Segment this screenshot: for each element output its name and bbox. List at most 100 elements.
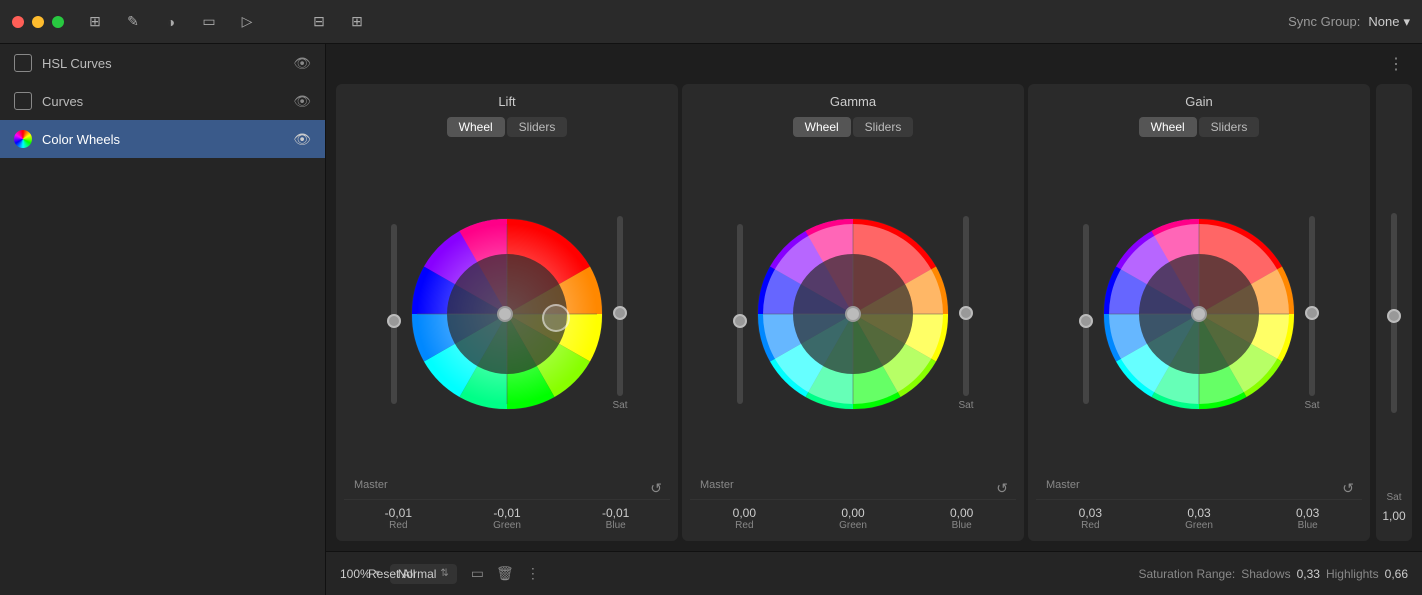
nodes-icon[interactable]: ⊞ xyxy=(84,11,106,33)
lift-tab-sliders[interactable]: Sliders xyxy=(507,117,568,137)
lift-panel: Lift Wheel Sliders xyxy=(336,84,678,541)
reset-all-button[interactable]: Reset All xyxy=(360,563,423,585)
lift-color-wheel[interactable] xyxy=(407,214,607,414)
gain-tab-wheel[interactable]: Wheel xyxy=(1139,117,1197,137)
gain-green-value: 0,03 xyxy=(1187,506,1210,520)
outer-sat-label: Sat xyxy=(1386,492,1401,503)
gamma-master-slider[interactable] xyxy=(737,224,743,404)
gamma-sat-label: Sat xyxy=(958,400,973,411)
lift-values-row: -0,01 Red -0,01 Green -0,01 Blue xyxy=(344,499,670,531)
visibility-icon-curves[interactable]: 👁 xyxy=(293,93,311,110)
lift-sat-slider[interactable] xyxy=(617,216,623,396)
titlebar: ⊞ ✎ ◑ ▭ ▷ ⊟ ⊞ Sync Group: None ▾ xyxy=(0,0,1422,44)
gain-reset-row: ↺ xyxy=(1036,480,1362,497)
grid-icon[interactable]: ⊞ xyxy=(346,11,368,33)
sync-group-value[interactable]: None ▾ xyxy=(1368,14,1410,30)
gain-sat-slider[interactable] xyxy=(1309,216,1315,396)
gain-blue-value: 0,03 xyxy=(1296,506,1319,520)
sidebar-item-label-color-wheels: Color Wheels xyxy=(42,132,283,147)
visibility-icon-hsl[interactable]: 👁 xyxy=(293,55,311,72)
saturation-range-label: Saturation Range: xyxy=(1138,567,1235,581)
reset-all-wrapper: Reset All xyxy=(360,563,423,585)
gain-color-wheel[interactable] xyxy=(1099,214,1299,414)
gamma-title: Gamma xyxy=(830,94,876,109)
gamma-color-wheel[interactable] xyxy=(753,214,953,414)
outer-sat-panel: Sat 1,00 xyxy=(1376,84,1412,541)
deliver-icon[interactable]: ▭ xyxy=(198,11,220,33)
gain-red-value: 0,03 xyxy=(1079,506,1102,520)
visibility-icon-wheels[interactable]: 👁 xyxy=(293,131,311,148)
shadows-value: 0,33 xyxy=(1297,567,1320,581)
lift-red-col: -0,01 Red xyxy=(344,506,453,531)
lift-green-value: -0,01 xyxy=(493,506,520,520)
color-wheels-icon xyxy=(14,130,32,148)
sync-group: Sync Group: None ▾ xyxy=(1288,14,1410,30)
bottom-icons: ▭ 🗑 ⋮ xyxy=(471,565,540,582)
gamma-sat-slider[interactable] xyxy=(963,216,969,396)
sidebar-item-curves[interactable]: Curves 👁 xyxy=(0,82,325,120)
lift-tabs: Wheel Sliders xyxy=(447,117,568,137)
main-layout: HSL Curves 👁 Curves 👁 Color Wheels 👁 ⋮ L… xyxy=(0,44,1422,595)
color-icon[interactable]: ◑ xyxy=(160,11,182,33)
sidebar-item-label-curves: Curves xyxy=(42,94,283,109)
gamma-blue-label: Blue xyxy=(952,520,972,531)
gamma-blue-value: 0,00 xyxy=(950,506,973,520)
close-button[interactable] xyxy=(12,16,24,28)
minimize-button[interactable] xyxy=(32,16,44,28)
delete-icon[interactable]: 🗑 xyxy=(496,565,514,582)
gamma-master-label: Master xyxy=(700,479,734,491)
lift-green-col: -0,01 Green xyxy=(453,506,562,531)
lift-blue-col: -0,01 Blue xyxy=(561,506,670,531)
lift-reset-row: ↺ xyxy=(344,480,670,497)
sidebar-item-color-wheels[interactable]: Color Wheels 👁 xyxy=(0,120,325,158)
gamma-wheel-area: Sat xyxy=(690,147,1016,480)
gain-sat-slider-container: Sat xyxy=(1303,216,1321,411)
maximize-button[interactable] xyxy=(52,16,64,28)
gain-green-label: Green xyxy=(1185,520,1213,531)
gamma-tab-sliders[interactable]: Sliders xyxy=(853,117,914,137)
gain-blue-col: 0,03 Blue xyxy=(1253,506,1362,531)
edit-icon[interactable]: ✎ xyxy=(122,11,144,33)
gamma-red-label: Red xyxy=(735,520,753,531)
sidebar-item-hsl-curves[interactable]: HSL Curves 👁 xyxy=(0,44,325,82)
gain-master-slider[interactable] xyxy=(1083,224,1089,404)
outer-sat-value: 1,00 xyxy=(1382,509,1405,523)
gamma-panel: Gamma Wheel Sliders xyxy=(682,84,1024,541)
lift-sat-slider-container: Sat xyxy=(611,216,629,411)
chevron-down-icon: ▾ xyxy=(1403,14,1410,30)
gamma-sat-slider-container: Sat xyxy=(957,216,975,411)
gamma-green-value: 0,00 xyxy=(841,506,864,520)
lift-master-label: Master xyxy=(354,479,388,491)
shadows-label: Shadows xyxy=(1241,567,1290,581)
wheels-container: Lift Wheel Sliders xyxy=(326,84,1422,551)
gain-tab-sliders[interactable]: Sliders xyxy=(1199,117,1260,137)
gamma-tabs: Wheel Sliders xyxy=(793,117,914,137)
gain-wheel-area: Sat xyxy=(1036,147,1362,480)
gain-green-col: 0,03 Green xyxy=(1145,506,1254,531)
gain-reset-icon[interactable]: ↺ xyxy=(1342,480,1354,497)
outer-sat-slider[interactable] xyxy=(1391,213,1397,413)
lift-blue-value: -0,01 xyxy=(602,506,629,520)
titlebar-icons: ⊞ ✎ ◑ ▭ ▷ xyxy=(84,11,258,33)
gamma-red-col: 0,00 Red xyxy=(690,506,799,531)
folder-icon[interactable]: ⊟ xyxy=(308,11,330,33)
lift-master-slider[interactable] xyxy=(391,224,397,404)
gamma-green-col: 0,00 Green xyxy=(799,506,908,531)
more-options-button[interactable]: ⋮ xyxy=(1382,52,1410,76)
gamma-blue-col: 0,00 Blue xyxy=(907,506,1016,531)
lift-reset-icon[interactable]: ↺ xyxy=(650,480,662,497)
gain-tabs: Wheel Sliders xyxy=(1139,117,1260,137)
content-area: ⋮ Lift Wheel Sliders xyxy=(326,44,1422,595)
lift-title: Lift xyxy=(498,94,515,109)
options-icon[interactable]: ⋮ xyxy=(526,565,540,582)
more-icon[interactable]: ▷ xyxy=(236,11,258,33)
gamma-tab-wheel[interactable]: Wheel xyxy=(793,117,851,137)
gamma-left-slider-container xyxy=(731,224,749,404)
lift-tab-wheel[interactable]: Wheel xyxy=(447,117,505,137)
lift-wheel-area: Sat xyxy=(344,147,670,480)
gamma-reset-icon[interactable]: ↺ xyxy=(996,480,1008,497)
blend-mode-arrow-icon: ⇅ xyxy=(440,568,448,579)
highlights-value: 0,66 xyxy=(1385,567,1408,581)
saturation-range: Saturation Range: Shadows 0,33 Highlight… xyxy=(1138,567,1408,581)
monitor-icon[interactable]: ▭ xyxy=(471,565,484,582)
